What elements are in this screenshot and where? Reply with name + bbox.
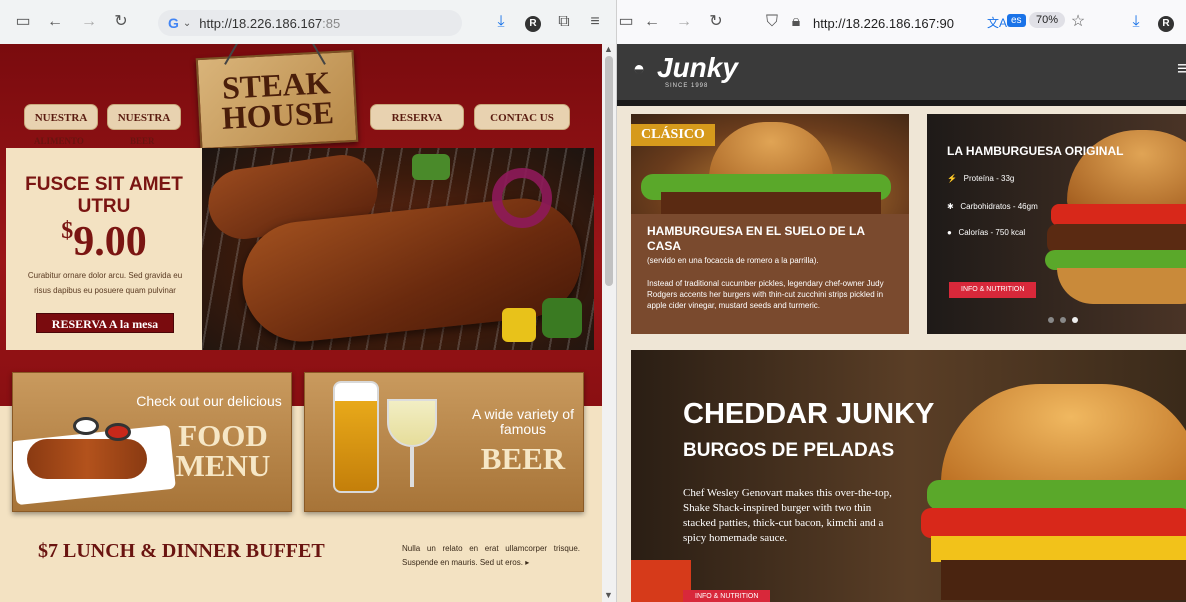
sidebar-toggle-icon[interactable]: ▭ xyxy=(14,13,32,31)
zoom-level[interactable]: 70% xyxy=(1029,12,1066,28)
protein-icon: ⚡ xyxy=(947,174,957,183)
nutrition-calories: Calorías - 750 kcal xyxy=(958,228,1026,237)
scroll-up-icon[interactable]: ▲ xyxy=(604,44,613,54)
url-host: http://18.226.186.167 xyxy=(199,15,323,31)
junky-page: ◓ Junky SINCE 1998 ≡ CLÁSICO HAMBURGUESA… xyxy=(617,44,1186,602)
promo-price: 9.00 xyxy=(73,219,147,265)
steakhouse-logo[interactable]: STEAK HOUSE xyxy=(195,49,359,151)
beer-pre-text: A wide variety of famous xyxy=(472,406,574,437)
menu-icon[interactable]: ≡ xyxy=(586,13,604,31)
extensions-icon[interactable]: ⧉ xyxy=(555,13,573,31)
buffet-text: Nulla un relato en erat ullamcorper tris… xyxy=(402,544,580,567)
back-icon[interactable]: ← xyxy=(46,13,64,31)
left-scrollbar[interactable]: ▲ ▼ xyxy=(602,44,616,602)
left-browser-window: ▭ ← → ↻ G ⌄ http://18.226.186.167:85 ⤓ R… xyxy=(0,0,616,602)
hero-text: Chef Wesley Genovart makes this over-the… xyxy=(683,487,892,544)
bookmark-star-icon[interactable]: ☆ xyxy=(1069,13,1087,31)
hero-info-button[interactable]: INFO & NUTRITION xyxy=(683,590,771,602)
card2-title: LA HAMBURGUESA ORIGINAL xyxy=(947,144,1124,158)
promo-title: FUSCE SIT AMET UTRU xyxy=(25,174,183,217)
calories-icon: ● xyxy=(947,228,952,237)
reserve-button[interactable]: RESERVA A la mesa xyxy=(36,313,174,333)
sidebar-toggle-icon[interactable]: ▭ xyxy=(617,13,635,31)
address-bar[interactable]: G ⌄ http://18.226.186.167:85 xyxy=(158,10,462,36)
steakhouse-page: STEAK HOUSE NUESTRA NUESTRA RESERVA CONT… xyxy=(0,44,602,602)
forward-icon[interactable]: → xyxy=(80,13,98,31)
food-menu-tile[interactable]: Check out our delicious FOOD MENU xyxy=(12,372,292,512)
shield-icon[interactable]: ⛉ xyxy=(763,13,781,31)
junky-header: ◓ Junky SINCE 1998 ≡ xyxy=(617,44,1186,100)
nav-contact[interactable]: CONTAC US xyxy=(474,104,570,130)
download-icon[interactable]: ⤓ xyxy=(492,13,510,31)
nav-sub-beer: BEER xyxy=(130,136,155,146)
nav-reserva[interactable]: RESERVA xyxy=(370,104,464,130)
scroll-down-icon[interactable]: ▼ xyxy=(604,590,613,600)
burger-logo-icon: ◓ xyxy=(633,58,646,80)
food-pre-text: Check out our delicious xyxy=(136,393,282,409)
promo-text: Curabitur ornare dolor arcu. Sed gravida… xyxy=(27,271,183,295)
hero-title: CHEDDAR JUNKY xyxy=(683,398,935,430)
address-bar[interactable]: http://18.226.186.167:90 xyxy=(813,10,973,36)
clasico-badge: CLÁSICO xyxy=(631,124,715,146)
hero-subtitle: BURGOS DE PELADAS xyxy=(683,440,895,461)
reload-icon[interactable]: ↻ xyxy=(112,13,130,31)
url-port: :85 xyxy=(322,15,341,31)
right-toolbar: ▭ ← → ↻ ⛉ 🔒︎ http://18.226.186.167:90 文A… xyxy=(617,0,1186,44)
junky-logo-sub: SINCE 1998 xyxy=(665,83,709,89)
nav-sub-alimento: ALIMENTO xyxy=(34,136,84,146)
promo-currency: $ xyxy=(61,218,74,244)
translate-icon[interactable]: 文A xyxy=(987,14,1007,31)
download-icon[interactable]: ⤓ xyxy=(1127,13,1145,31)
profile-avatar[interactable]: R xyxy=(525,16,541,32)
translate-lang-badge[interactable]: es xyxy=(1007,14,1026,27)
right-browser-window: ▭ ← → ↻ ⛉ 🔒︎ http://18.226.186.167:90 文A… xyxy=(616,0,1186,602)
google-icon: G xyxy=(168,15,179,31)
card1-title: HAMBURGUESA EN EL SUELO DE LA CASA xyxy=(647,224,865,253)
profile-avatar[interactable]: R xyxy=(1158,16,1174,32)
beer-word: BEER xyxy=(480,441,566,476)
nav-nuestra-beer[interactable]: NUESTRA xyxy=(107,104,181,130)
junky-logo[interactable]: Junky xyxy=(657,52,738,84)
steak-image xyxy=(202,148,594,350)
hamburger-menu-icon[interactable]: ≡ xyxy=(1177,58,1186,81)
left-toolbar: ▭ ← → ↻ G ⌄ http://18.226.186.167:85 ⤓ R… xyxy=(0,0,616,44)
nav-nuestra-alimento[interactable]: NUESTRA xyxy=(24,104,98,130)
food-word2: MENU xyxy=(175,448,271,483)
hero-cheddar: CHEDDAR JUNKY BURGOS DE PELADAS Chef Wes… xyxy=(631,350,1186,602)
logo-line2: HOUSE xyxy=(220,94,335,136)
back-icon[interactable]: ← xyxy=(643,13,661,31)
chevron-down-icon[interactable]: ⌄ xyxy=(183,18,191,29)
arrow-right-icon[interactable]: ▸ xyxy=(525,558,529,567)
lock-icon[interactable]: 🔒︎ xyxy=(787,13,805,31)
carousel-dots[interactable] xyxy=(1045,310,1081,328)
info-nutrition-button[interactable]: INFO & NUTRITION xyxy=(949,282,1037,298)
card-original[interactable]: LA HAMBURGUESA ORIGINAL ⚡ Proteína - 33g… xyxy=(927,114,1186,334)
card1-text: Instead of traditional cucumber pickles,… xyxy=(647,279,884,310)
promo-panel: FUSCE SIT AMET UTRU $9.00 Curabitur orna… xyxy=(6,148,202,350)
reload-icon[interactable]: ↻ xyxy=(707,13,725,31)
nutrition-carbs: Carbohidratos - 46gm xyxy=(960,202,1038,211)
left-scrollbar-thumb[interactable] xyxy=(605,56,613,286)
carbs-icon: ✱ xyxy=(947,202,954,211)
card-casa[interactable]: CLÁSICO HAMBURGUESA EN EL SUELO DE LA CA… xyxy=(631,114,909,334)
card1-sub: (servido en una focaccia de romero a la … xyxy=(647,256,819,265)
beer-tile[interactable]: A wide variety of famous BEER xyxy=(304,372,584,512)
url-text: http://18.226.186.167:90 xyxy=(813,15,954,31)
buffet-title: $7 LUNCH & DINNER BUFFET xyxy=(38,540,325,562)
forward-icon[interactable]: → xyxy=(675,13,693,31)
food-word1: FOOD xyxy=(178,418,268,453)
nutrition-protein: Proteína - 33g xyxy=(963,174,1015,183)
